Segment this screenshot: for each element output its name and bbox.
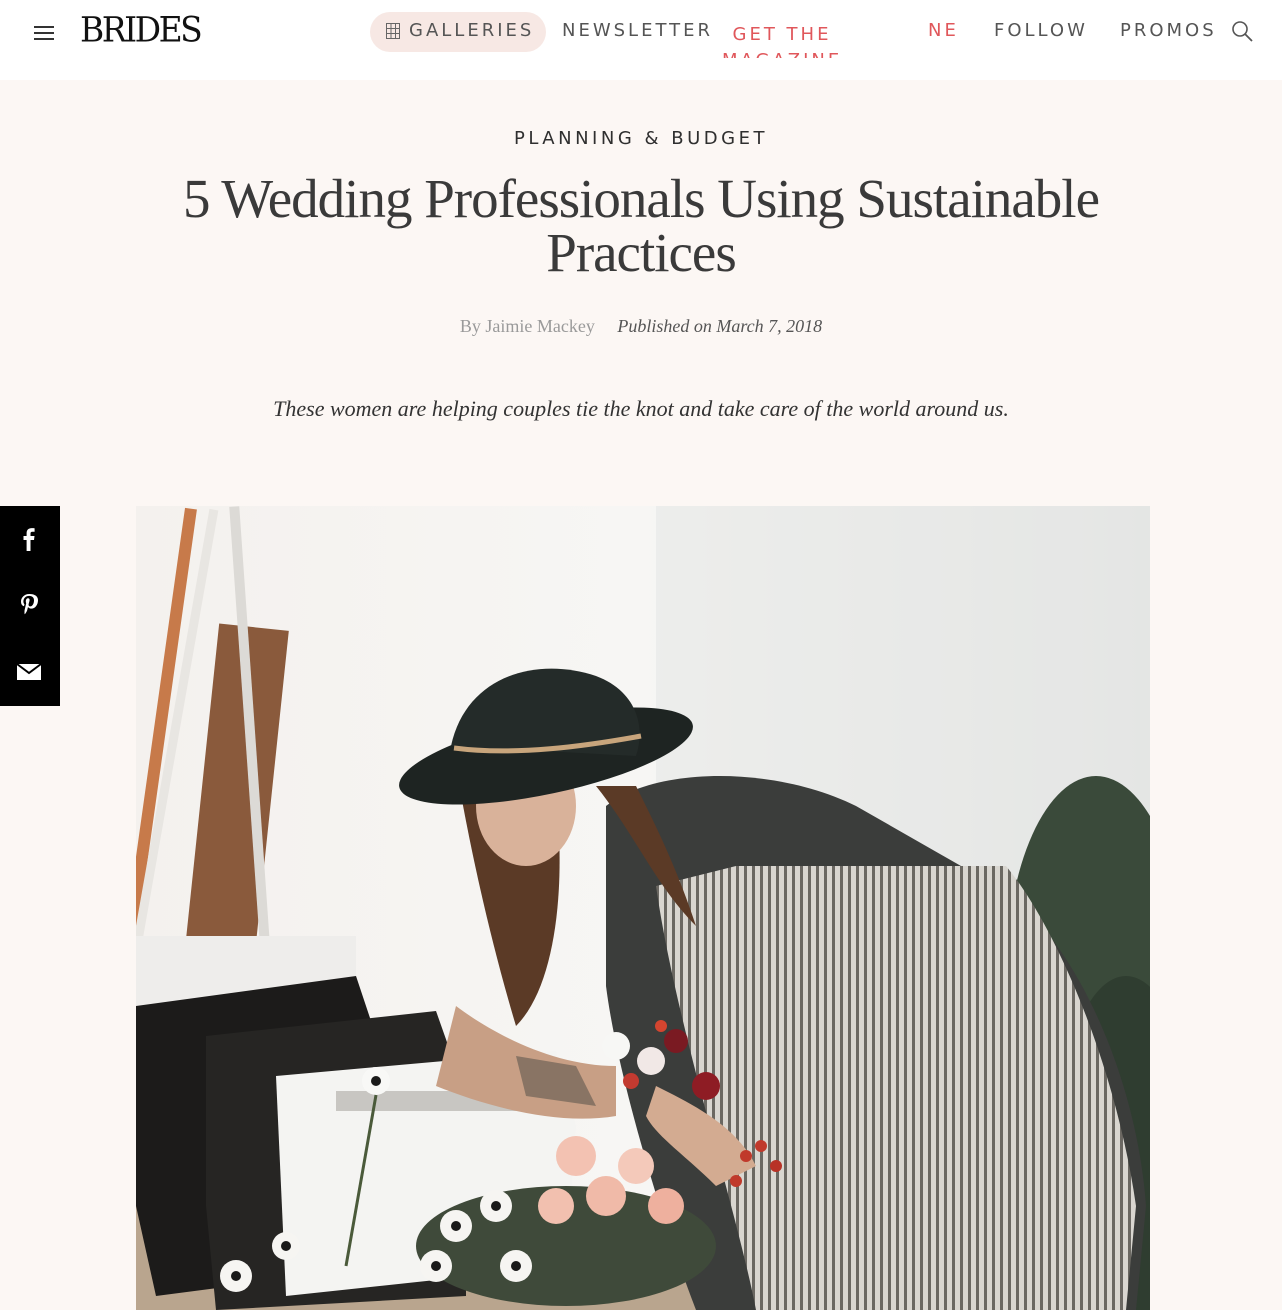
- byline-prefix: By: [459, 316, 481, 336]
- share-bar: [0, 506, 60, 706]
- nav-ne[interactable]: NE: [928, 20, 959, 42]
- byline: By Jaimie Mackey Published on March 7, 2…: [0, 316, 1282, 337]
- email-icon: [16, 663, 42, 680]
- email-share-button[interactable]: [0, 638, 60, 704]
- grid-icon: [386, 23, 400, 39]
- author-link[interactable]: Jaimie Mackey: [485, 316, 594, 336]
- nav-get-the-magazine[interactable]: GET THE MAGAZINE: [722, 22, 842, 58]
- hero-photo: [136, 506, 1150, 1310]
- nav-follow[interactable]: FOLLOW: [994, 20, 1088, 42]
- menu-icon[interactable]: [34, 26, 54, 40]
- nav-promos[interactable]: PROMOS: [1120, 20, 1217, 42]
- hero-image: [136, 506, 1150, 1310]
- facebook-share-button[interactable]: [0, 506, 60, 572]
- pinterest-share-button[interactable]: [0, 572, 60, 638]
- publish-date: Published on March 7, 2018: [617, 316, 823, 336]
- nav-galleries[interactable]: GALLERIES: [409, 20, 534, 42]
- site-logo[interactable]: BRIDES: [80, 9, 203, 51]
- nav-newsletter[interactable]: NEWSLETTER: [562, 20, 713, 42]
- article-dek: These women are helping couples tie the …: [273, 396, 1009, 421]
- search-icon[interactable]: [1231, 20, 1253, 42]
- article-category[interactable]: PLANNING & BUDGET: [0, 128, 1282, 149]
- facebook-icon: [23, 528, 35, 551]
- pinterest-icon: [21, 594, 38, 615]
- site-header: BRIDES GALLERIES NEWSLETTER GET THE MAGA…: [0, 0, 1282, 80]
- article-title: 5 Wedding Professionals Using Sustainabl…: [183, 168, 1100, 283]
